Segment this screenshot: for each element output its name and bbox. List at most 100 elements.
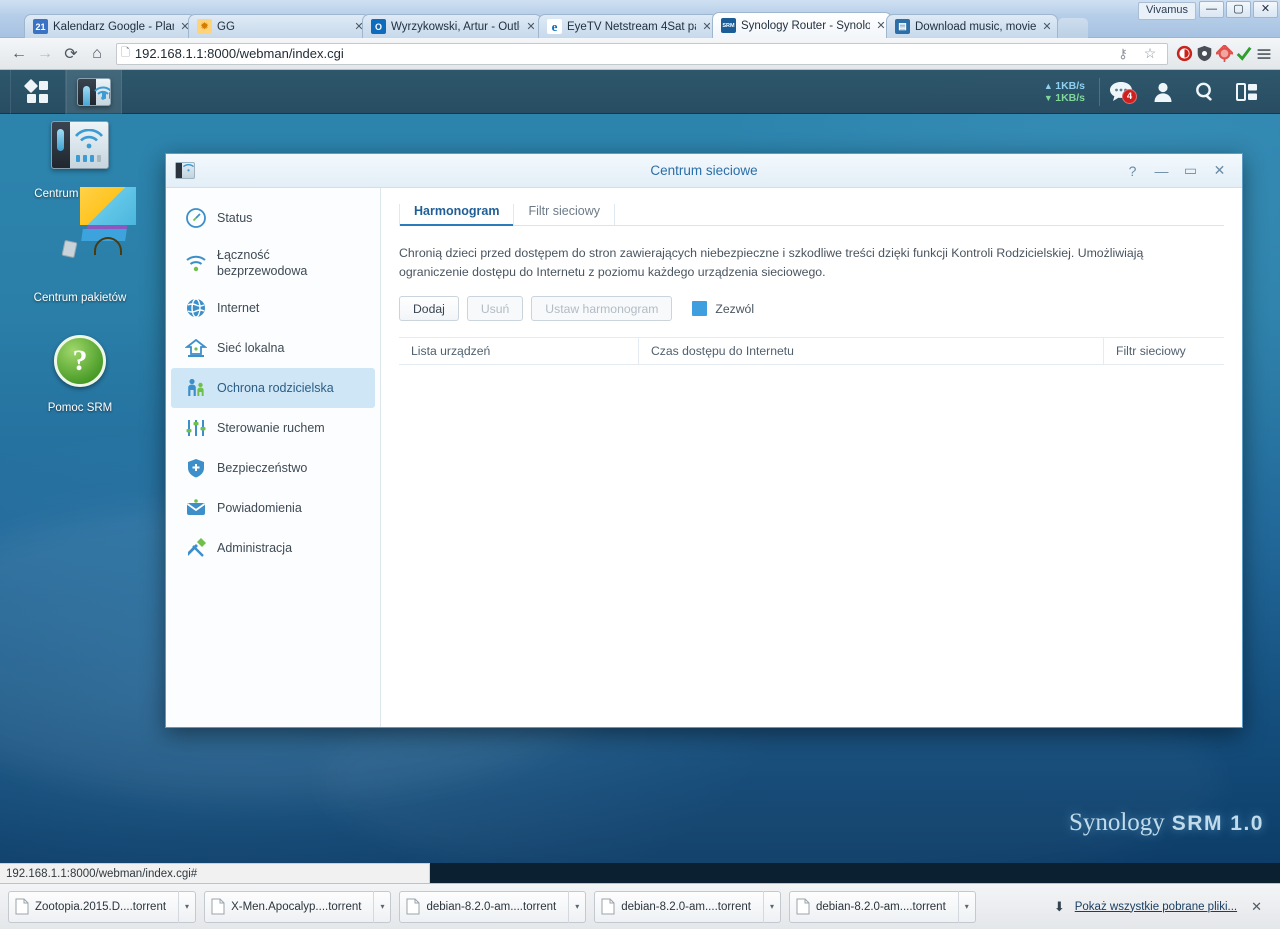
set-schedule-button[interactable]: Ustaw harmonogram <box>531 296 672 321</box>
tab-close-icon[interactable]: ✕ <box>525 20 537 33</box>
window-help-button[interactable]: ? <box>1118 154 1147 188</box>
tab-title: Wyrzykowski, Artur - Outlo <box>391 21 520 33</box>
sidebar-item-label: Status <box>217 210 252 226</box>
sidebar-item-security[interactable]: Bezpieczeństwo <box>171 448 375 488</box>
download-item[interactable]: debian-8.2.0-am....torrent ▾ <box>399 891 586 923</box>
forward-icon[interactable]: → <box>32 41 58 67</box>
window-content: Harmonogram Filtr sieciowy Chronią dziec… <box>381 188 1242 727</box>
section-description: Chronią dzieci przed dostępem do stron z… <box>399 244 1209 282</box>
download-item[interactable]: X-Men.Apocalyp....torrent ▾ <box>204 891 391 923</box>
browser-tab-0[interactable]: 21 Kalendarz Google - Plan d ✕ <box>24 14 196 38</box>
globe-icon <box>185 297 207 319</box>
browser-tab-5[interactable]: ▤ Download music, movies, ✕ <box>886 14 1058 38</box>
file-icon <box>9 898 35 915</box>
sidebar-item-label: Powiadomienia <box>217 500 302 516</box>
tab-filtr-sieciowy[interactable]: Filtr sieciowy <box>514 204 615 225</box>
download-item[interactable]: Zootopia.2015.D....torrent ▾ <box>8 891 196 923</box>
download-menu-caret-icon[interactable]: ▾ <box>958 891 975 923</box>
sidebar-item-status[interactable]: Status <box>171 198 375 238</box>
desktop-icon-label: Centrum pakietów <box>20 291 140 305</box>
downloads-bar-right: ⬇ Pokaż wszystkie pobrane pliki... ✕ <box>1054 899 1272 915</box>
window-close-button[interactable]: ✕ <box>1205 154 1234 188</box>
close-downloads-bar-icon[interactable]: ✕ <box>1247 899 1266 915</box>
address-bar[interactable]: 🗋 192.168.1.1:8000/webman/index.cgi ⚷ ☆ <box>116 43 1168 65</box>
srm-help-icon: ? <box>50 335 110 395</box>
window-minimize-button[interactable]: — <box>1147 154 1176 188</box>
file-icon <box>205 898 231 915</box>
downloads-bar: Zootopia.2015.D....torrent ▾ X-Men.Apoca… <box>0 883 1280 929</box>
add-button[interactable]: Dodaj <box>399 296 459 321</box>
tools-icon <box>185 537 207 559</box>
app-grid-icon[interactable] <box>10 70 66 114</box>
tab-favicon-icon: O <box>371 19 386 34</box>
sidebar-item-wireless[interactable]: Łączność bezprzewodowa <box>171 238 375 288</box>
taskbar-network-center-icon[interactable] <box>66 70 122 114</box>
window-maximize-button[interactable]: ▭ <box>1176 154 1205 188</box>
tab-favicon-icon: ▤ <box>895 19 910 34</box>
user-icon[interactable] <box>1142 70 1184 114</box>
window-titlebar[interactable]: Centrum sieciowe ? — ▭ ✕ <box>166 154 1242 188</box>
content-tabs: Harmonogram Filtr sieciowy <box>399 198 1224 226</box>
download-menu-caret-icon[interactable]: ▾ <box>178 891 195 923</box>
desktop-icon-srm-help[interactable]: ? Pomoc SRM <box>20 332 140 415</box>
sidebar-item-local-network[interactable]: Sieć lokalna <box>171 328 375 368</box>
brand-name: Synology <box>1069 809 1165 836</box>
window-maximize-button[interactable]: ▢ <box>1226 1 1251 18</box>
browser-tab-2[interactable]: O Wyrzykowski, Artur - Outlo ✕ <box>362 14 542 38</box>
browser-tab-1[interactable]: ✹ GG ✕ <box>188 14 370 38</box>
tab-close-icon[interactable]: ✕ <box>1041 20 1053 33</box>
sidebar-item-label: Ochrona rodzicielska <box>217 380 334 396</box>
delete-button[interactable]: Usuń <box>467 296 523 321</box>
download-file-name: Zootopia.2015.D....torrent <box>35 901 178 913</box>
sidebar-item-administration[interactable]: Administracja <box>171 528 375 568</box>
window-close-button[interactable]: ✕ <box>1253 1 1278 18</box>
sidebar-item-parental-control[interactable]: Ochrona rodzicielska <box>171 368 375 408</box>
widgets-icon[interactable] <box>1226 70 1268 114</box>
notification-badge: 4 <box>1122 89 1137 104</box>
show-all-downloads-link[interactable]: Pokaż wszystkie pobrane pliki... <box>1075 901 1237 913</box>
browser-tab-4-active[interactable]: SRM Synology Router - Synolog ✕ <box>712 12 892 38</box>
legend-allow: Zezwól <box>692 301 754 316</box>
download-menu-caret-icon[interactable]: ▾ <box>763 891 780 923</box>
new-tab-button[interactable] <box>1058 18 1088 38</box>
sidebar-item-label: Sieć lokalna <box>217 340 284 356</box>
checkmark-icon[interactable] <box>1234 44 1254 64</box>
page-info-icon[interactable]: 🗋 <box>121 44 130 63</box>
window-minimize-button[interactable]: — <box>1199 1 1224 18</box>
window-user-label[interactable]: Vivamus <box>1138 2 1196 20</box>
tab-favicon-icon: ✹ <box>197 19 212 34</box>
adblock-icon[interactable] <box>1174 44 1194 64</box>
shield-icon <box>185 457 207 479</box>
column-header-internet-access-time[interactable]: Czas dostępu do Internetu <box>639 337 1104 365</box>
reload-icon[interactable]: ⟳ <box>58 41 84 67</box>
download-item[interactable]: debian-8.2.0-am....torrent ▾ <box>789 891 976 923</box>
download-item[interactable]: debian-8.2.0-am....torrent ▾ <box>594 891 781 923</box>
desktop-icon-package-center[interactable]: Centrum pakietów <box>20 225 140 305</box>
srm-taskbar: ▲ 1KB/s ▼ 1KB/s 4 <box>0 70 1280 114</box>
browser-tab-3[interactable]: e EyeTV Netstream 4Sat par ✕ <box>538 14 718 38</box>
wifi-icon <box>185 252 207 274</box>
tab-harmonogram[interactable]: Harmonogram <box>399 204 514 225</box>
password-key-icon[interactable]: ⚷ <box>1113 44 1133 64</box>
column-header-device-list[interactable]: Lista urządzeń <box>399 337 639 365</box>
sidebar-item-notifications[interactable]: Powiadomienia <box>171 488 375 528</box>
notifications-icon[interactable]: 4 <box>1100 70 1142 114</box>
back-icon[interactable]: ← <box>6 41 32 67</box>
status-gauge-icon <box>185 207 207 229</box>
bookmark-star-icon[interactable]: ☆ <box>1140 44 1160 64</box>
settings-gear-icon[interactable] <box>1214 44 1234 64</box>
shield-icon[interactable] <box>1194 44 1214 64</box>
sidebar-item-label: Sterowanie ruchem <box>217 420 325 436</box>
sidebar-item-internet[interactable]: Internet <box>171 288 375 328</box>
download-file-name: debian-8.2.0-am....torrent <box>816 901 958 913</box>
home-icon[interactable]: ⌂ <box>84 41 110 67</box>
chrome-menu-icon[interactable] <box>1254 44 1274 64</box>
legend-label: Zezwól <box>715 302 754 316</box>
column-header-web-filter[interactable]: Filtr sieciowy <box>1104 337 1224 365</box>
download-menu-caret-icon[interactable]: ▾ <box>568 891 585 923</box>
download-arrow-icon: ⬇ <box>1054 899 1065 915</box>
download-menu-caret-icon[interactable]: ▾ <box>373 891 390 923</box>
file-icon <box>790 898 816 915</box>
sidebar-item-traffic-control[interactable]: Sterowanie ruchem <box>171 408 375 448</box>
search-icon[interactable] <box>1184 70 1226 114</box>
